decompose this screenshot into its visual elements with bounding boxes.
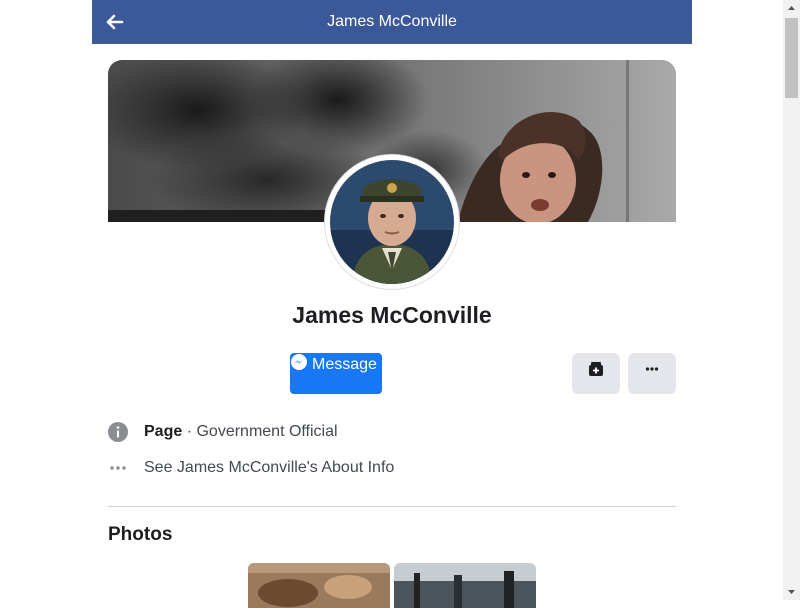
about-info-link[interactable]: See James McConville's About Info (144, 459, 394, 477)
scrollbar[interactable] (783, 0, 800, 600)
photo-thumbnail[interactable] (394, 563, 536, 608)
category-label: Government Official (196, 423, 338, 440)
more-dots-icon (645, 367, 659, 371)
more-button[interactable] (628, 353, 676, 394)
profile-name: James McConville (292, 302, 492, 328)
message-button-label: Message (312, 356, 377, 373)
page-type-label: Page (144, 423, 183, 440)
save-button[interactable] (572, 353, 620, 394)
messenger-icon (291, 354, 307, 370)
save-icon (589, 362, 603, 376)
scroll-up-arrow-icon[interactable] (783, 0, 800, 17)
dots-icon (110, 466, 126, 470)
page-title: James McConville (327, 13, 457, 30)
separator: · (182, 423, 197, 440)
scroll-down-arrow-icon[interactable] (783, 583, 800, 600)
avatar[interactable] (330, 160, 454, 284)
message-button[interactable]: Message (290, 353, 382, 394)
top-bar: James McConville (92, 0, 692, 44)
photos-heading: Photos (108, 524, 173, 545)
divider (108, 506, 676, 507)
info-icon (108, 422, 128, 442)
photo-thumbnail[interactable] (248, 563, 390, 608)
scrollbar-thumb[interactable] (785, 18, 798, 98)
